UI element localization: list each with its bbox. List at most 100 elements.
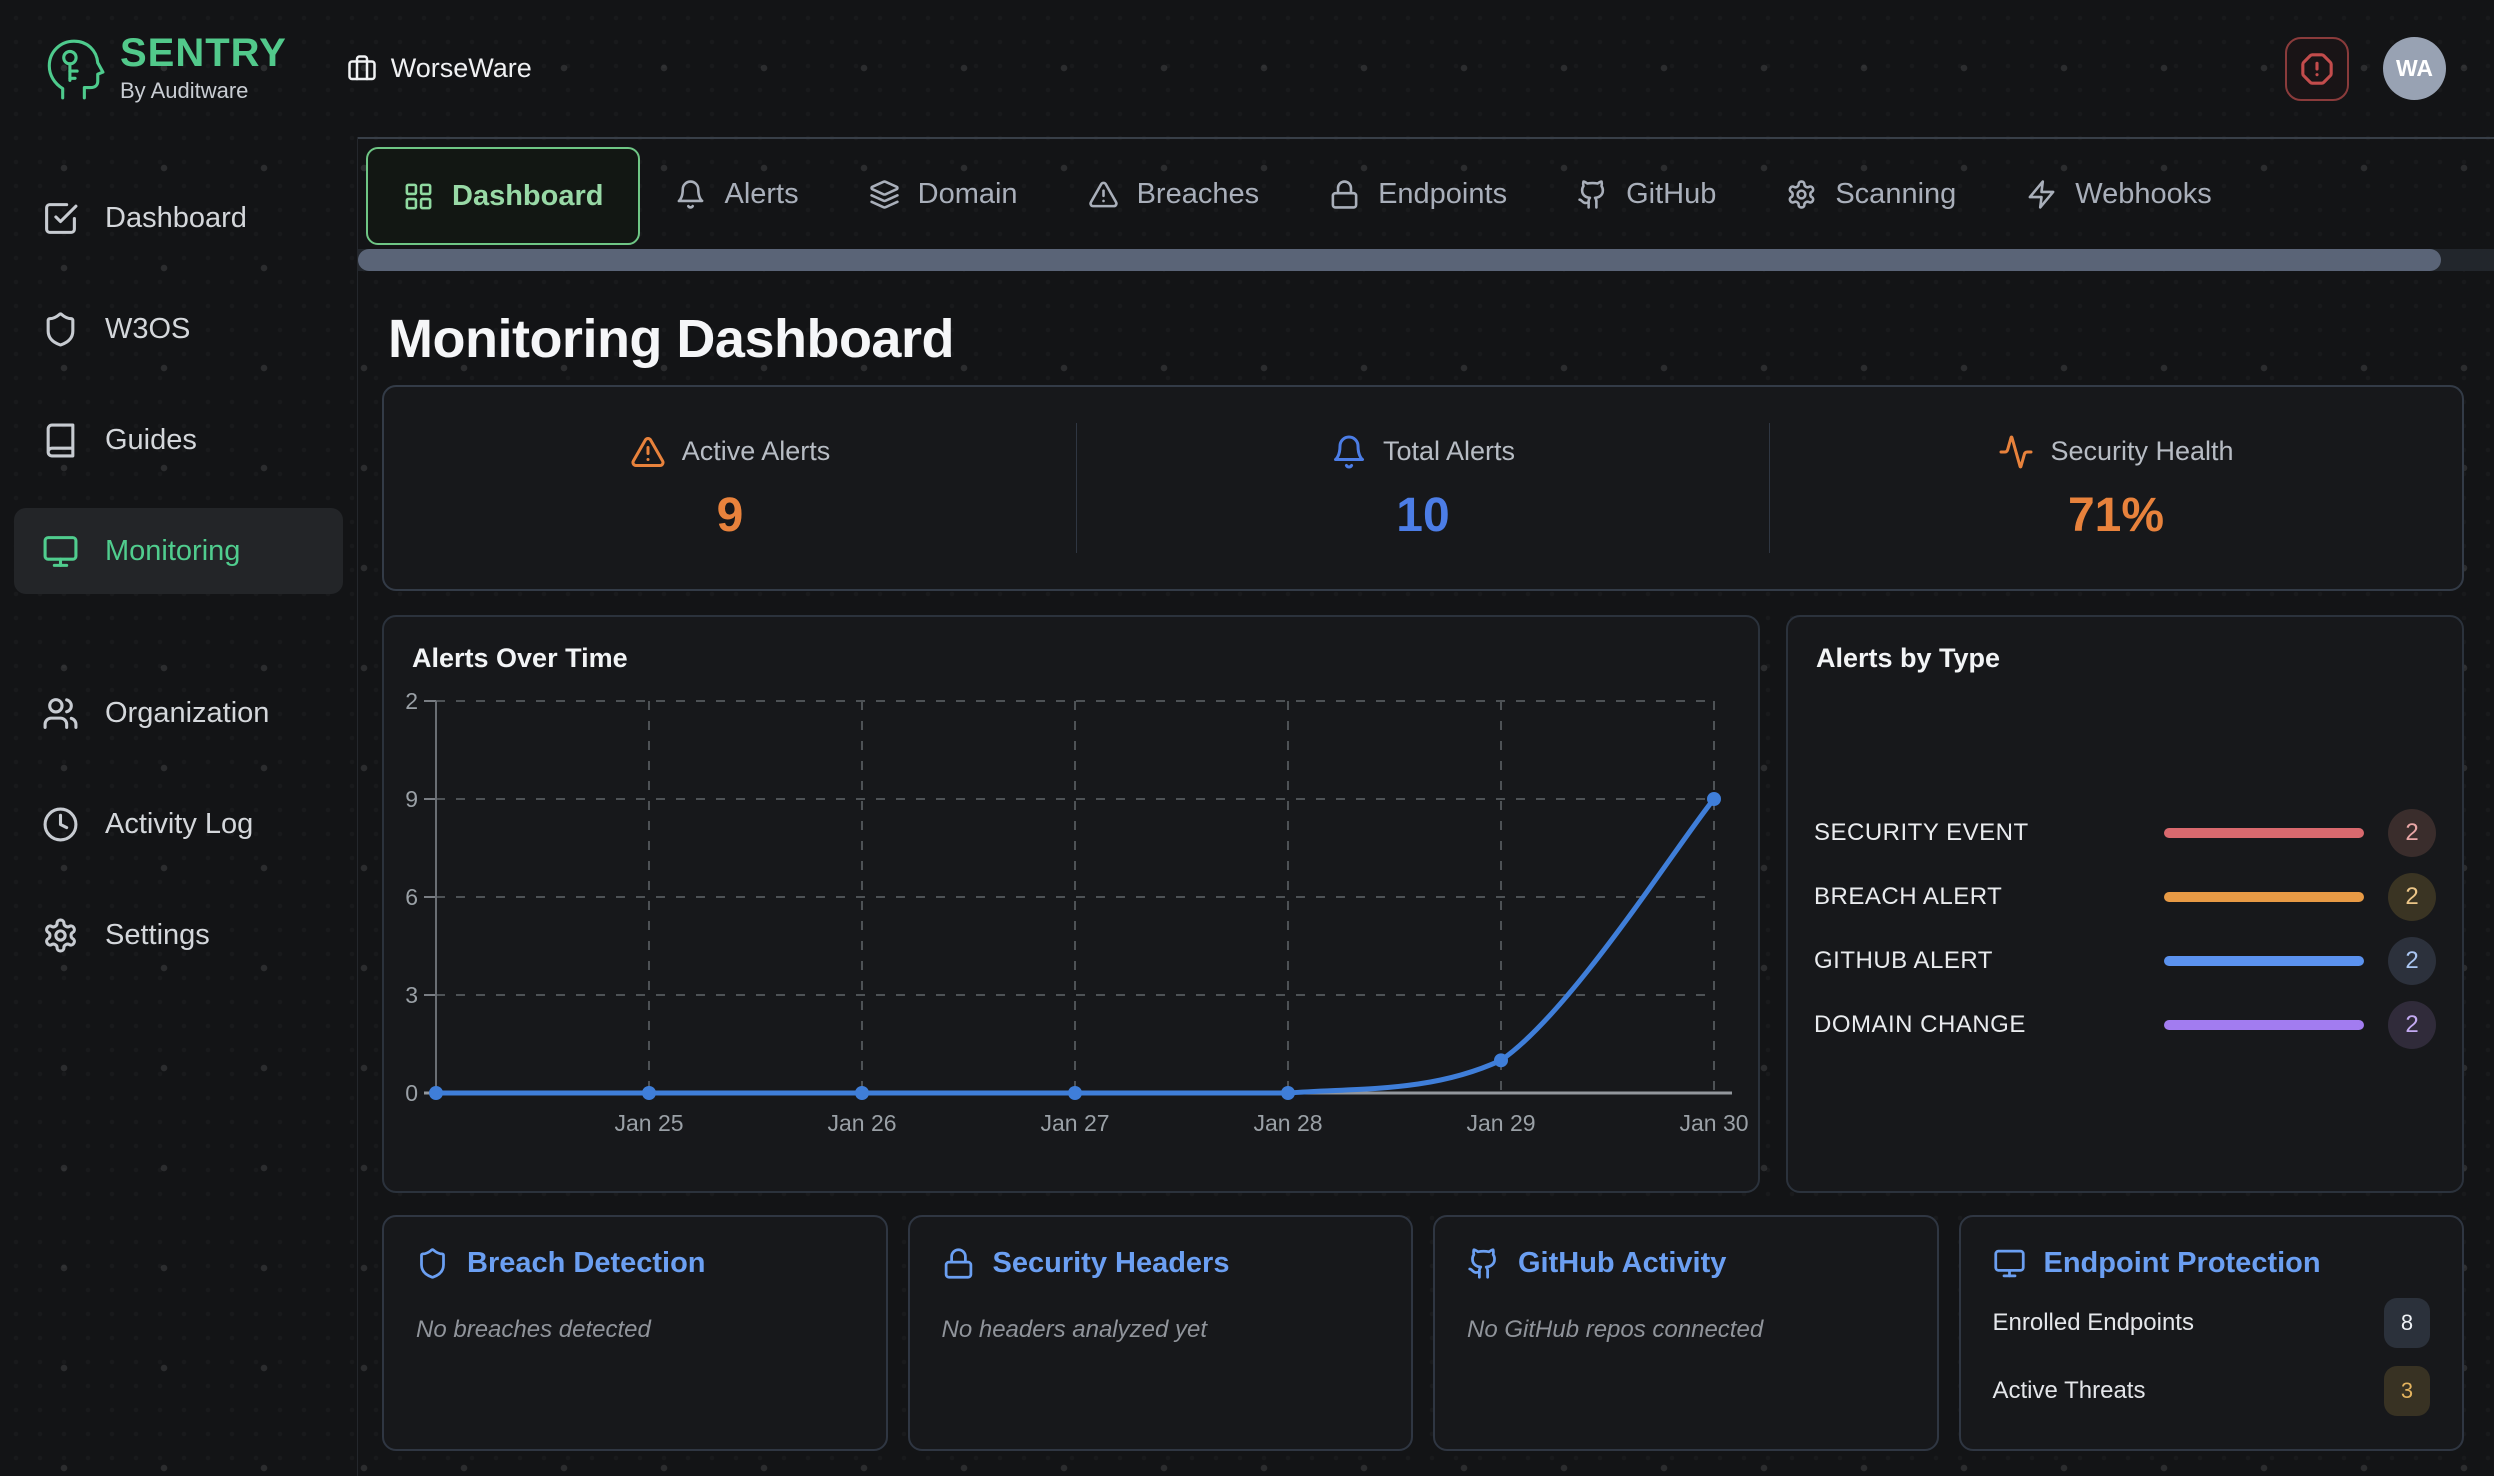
tab-label: Dashboard — [452, 180, 603, 213]
bell-icon — [675, 179, 706, 210]
svg-text:2: 2 — [405, 688, 418, 714]
svg-text:Jan 25: Jan 25 — [614, 1110, 683, 1136]
github-activity-card: GitHub Activity No GitHub repos connecte… — [1433, 1215, 1939, 1451]
alert-type-row: BREACH ALERT 2 — [1814, 865, 2436, 929]
sidebar-item-label: Organization — [105, 697, 269, 730]
gear-icon — [1786, 179, 1817, 210]
tab-dashboard[interactable]: Dashboard — [366, 147, 640, 245]
avatar[interactable]: WA — [2383, 37, 2446, 100]
svg-text:Jan 30: Jan 30 — [1679, 1110, 1748, 1136]
tab-label: Breaches — [1137, 178, 1260, 211]
stat-security-health: Security Health 71% — [1770, 387, 2462, 589]
check-square-icon — [42, 200, 79, 237]
card-empty-text: No GitHub repos connected — [1467, 1316, 1905, 1344]
alert-type-count-badge: 2 — [2388, 873, 2436, 921]
briefcase-icon — [347, 54, 377, 84]
sidebar-item-label: Guides — [105, 424, 197, 457]
alert-type-label: GITHUB ALERT — [1814, 947, 2164, 975]
tab-breaches[interactable]: Breaches — [1053, 139, 1295, 249]
stat-value: 71% — [2068, 488, 2164, 543]
tab-alerts[interactable]: Alerts — [640, 139, 833, 249]
alert-triangle-icon — [1088, 179, 1119, 210]
tabs-scrollbar-thumb[interactable] — [358, 249, 2441, 271]
alerts-by-type-panel: Alerts by Type SECURITY EVENT 2 BREACH A… — [1786, 615, 2464, 1193]
breach-detection-card: Breach Detection No breaches detected — [382, 1215, 888, 1451]
endpoint-stat-row: Active Threats 3 — [1993, 1366, 2431, 1416]
sidebar: Dashboard W3OS Guides Monitoring Organiz… — [0, 137, 358, 1476]
stat-label: Total Alerts — [1383, 436, 1515, 467]
alert-type-count-badge: 2 — [2388, 937, 2436, 985]
alert-octagon-icon — [2300, 52, 2334, 86]
lock-icon — [1329, 179, 1360, 210]
sidebar-item-organization[interactable]: Organization — [14, 670, 343, 756]
monitor-icon — [1993, 1247, 2026, 1280]
svg-text:Jan 28: Jan 28 — [1253, 1110, 1322, 1136]
card-empty-text: No headers analyzed yet — [942, 1316, 1380, 1344]
sidebar-item-settings[interactable]: Settings — [14, 892, 343, 978]
svg-text:Jan 27: Jan 27 — [1040, 1110, 1109, 1136]
tab-scanning[interactable]: Scanning — [1751, 139, 1991, 249]
card-empty-text: No breaches detected — [416, 1316, 854, 1344]
alerts-over-time-chart: 03692Jan 25Jan 26Jan 27Jan 28Jan 29Jan 3… — [384, 617, 1758, 1191]
tab-label: Endpoints — [1378, 178, 1507, 211]
svg-text:3: 3 — [405, 982, 418, 1008]
alerts-button[interactable] — [2285, 37, 2349, 101]
tab-domain[interactable]: Domain — [834, 139, 1053, 249]
stat-value: 9 — [717, 488, 744, 543]
endpoint-stat-row: Enrolled Endpoints 8 — [1993, 1298, 2431, 1348]
sidebar-item-dashboard[interactable]: Dashboard — [14, 175, 343, 261]
sidebar-item-activity-log[interactable]: Activity Log — [14, 781, 343, 867]
workspace-name: WorseWare — [391, 53, 532, 84]
sidebar-item-label: W3OS — [105, 313, 190, 346]
endpoint-stat-badge: 8 — [2384, 1298, 2430, 1348]
sidebar-item-monitoring[interactable]: Monitoring — [14, 508, 343, 594]
alert-type-row: SECURITY EVENT 2 — [1814, 801, 2436, 865]
brand-tagline: By Auditware — [120, 78, 287, 104]
tab-label: Scanning — [1835, 178, 1956, 211]
workspace-selector[interactable]: WorseWare — [347, 53, 532, 84]
alert-type-row: DOMAIN CHANGE 2 — [1814, 993, 2436, 1057]
sidebar-item-w3os[interactable]: W3OS — [14, 286, 343, 372]
card-title: Security Headers — [993, 1247, 1230, 1280]
github-icon — [1467, 1247, 1500, 1280]
card-title: Breach Detection — [467, 1247, 706, 1280]
lock-icon — [942, 1247, 975, 1280]
svg-text:6: 6 — [405, 884, 418, 910]
card-title: Endpoint Protection — [2044, 1247, 2321, 1280]
monitor-icon — [42, 533, 79, 570]
tab-label: Alerts — [724, 178, 798, 211]
endpoint-protection-card: Endpoint Protection Enrolled Endpoints 8… — [1959, 1215, 2465, 1451]
tab-endpoints[interactable]: Endpoints — [1294, 139, 1542, 249]
users-icon — [42, 695, 79, 732]
brand-logo[interactable]: SENTRY By Auditware — [0, 33, 287, 104]
alert-type-bar — [2164, 892, 2364, 902]
alert-type-label: SECURITY EVENT — [1814, 819, 2164, 847]
svg-text:Jan 29: Jan 29 — [1466, 1110, 1535, 1136]
sidebar-item-label: Monitoring — [105, 535, 240, 568]
shield-icon — [42, 311, 79, 348]
sidebar-item-guides[interactable]: Guides — [14, 397, 343, 483]
endpoint-stat-label: Enrolled Endpoints — [1993, 1309, 2194, 1337]
github-icon — [1577, 179, 1608, 210]
tab-label: Webhooks — [2075, 178, 2212, 211]
stat-total-alerts: Total Alerts 10 — [1077, 387, 1769, 589]
stat-label: Security Health — [2050, 436, 2233, 467]
layers-icon — [869, 179, 900, 210]
top-header: SENTRY By Auditware WorseWare WA — [0, 0, 2494, 137]
sidebar-item-label: Settings — [105, 919, 210, 952]
svg-text:Jan 26: Jan 26 — [827, 1110, 896, 1136]
alert-triangle-icon — [630, 434, 666, 470]
tab-webhooks[interactable]: Webhooks — [1991, 139, 2247, 249]
sidebar-item-label: Dashboard — [105, 202, 247, 235]
page-title: Monitoring Dashboard — [388, 307, 2464, 371]
endpoint-stat-badge: 3 — [2384, 1366, 2430, 1416]
card-title: GitHub Activity — [1518, 1247, 1726, 1280]
panel-title: Alerts by Type — [1816, 643, 2000, 674]
sidebar-item-label: Activity Log — [105, 808, 253, 841]
alert-type-label: DOMAIN CHANGE — [1814, 1011, 2164, 1039]
tab-label: Domain — [918, 178, 1018, 211]
endpoint-stat-label: Active Threats — [1993, 1377, 2146, 1405]
chart-title: Alerts Over Time — [412, 643, 628, 674]
zap-icon — [2026, 179, 2057, 210]
tab-github[interactable]: GitHub — [1542, 139, 1751, 249]
